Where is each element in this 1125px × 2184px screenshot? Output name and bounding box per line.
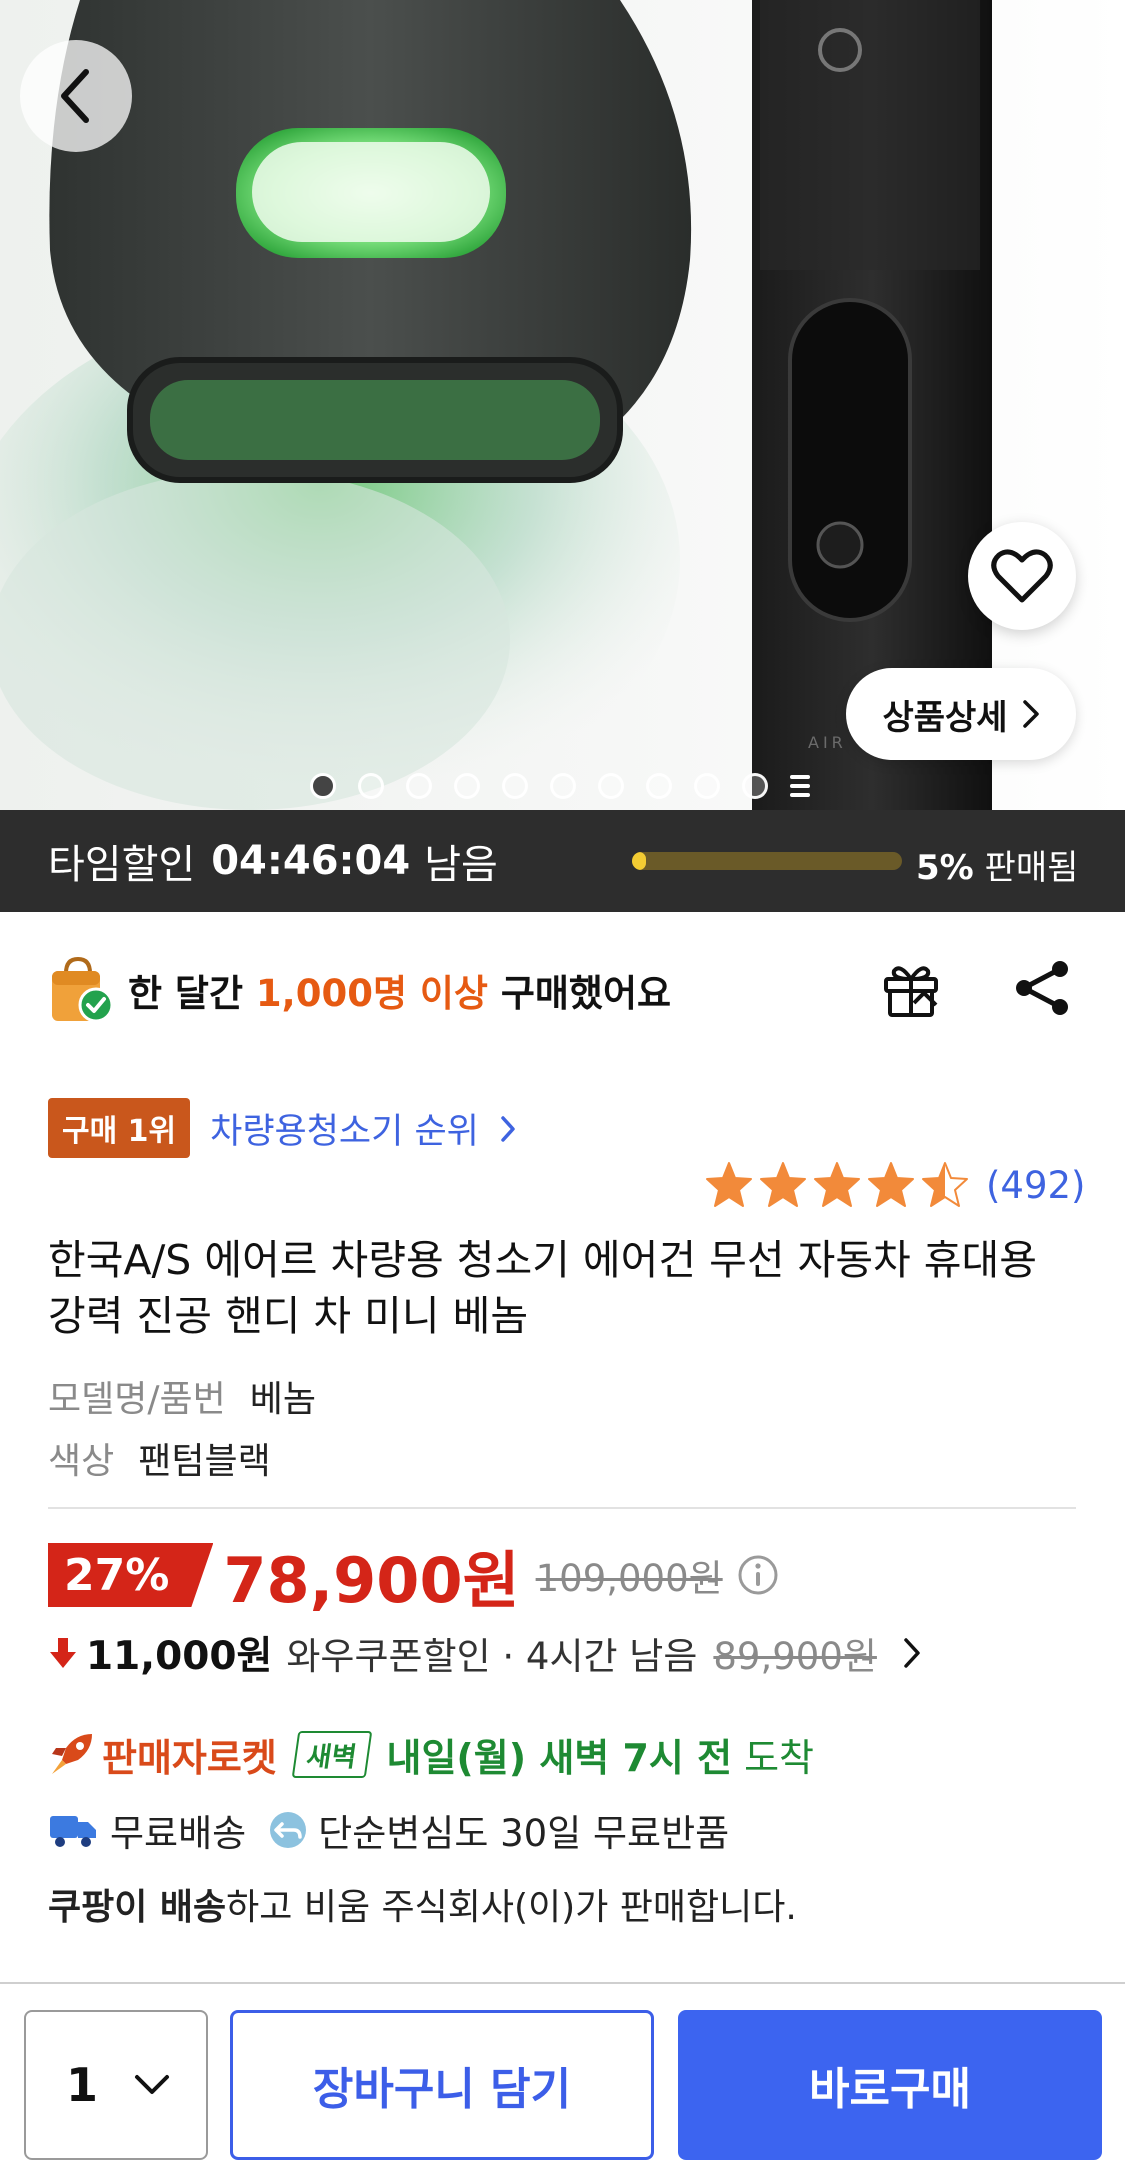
arrival-tail: 도착 — [744, 1735, 815, 1780]
spec-value: 베놈 — [249, 1379, 316, 1420]
chevron-down-icon — [135, 2075, 170, 2094]
quantity-select[interactable]: 1 — [24, 2010, 208, 2160]
sold-label: 판매됨 — [984, 848, 1079, 888]
purchase-count-notice: 한 달간 1,000명 이상 구매했어요 — [48, 950, 671, 1030]
product-mark: AIR — [808, 733, 847, 752]
spec-value: 팬텀블랙 — [138, 1441, 271, 1482]
time-sale-label: 타임할인 — [48, 842, 196, 888]
category-rank-link[interactable]: 차량용청소기 순위 — [210, 1103, 516, 1154]
wishlist-button[interactable] — [968, 522, 1076, 630]
chevron-left-icon — [61, 69, 89, 123]
category-rank-label: 차량용청소기 순위 — [210, 1111, 479, 1152]
carousel-dot[interactable] — [310, 773, 336, 799]
discount-badge: 27% — [48, 1543, 213, 1607]
sale-price: 78,900원 — [223, 1544, 520, 1617]
coupon-label: 와우쿠폰할인 · 4시간 남음 — [286, 1635, 698, 1678]
countdown-suffix: 남음 — [424, 842, 498, 888]
rocket-icon — [52, 1734, 92, 1774]
spec-row-model: 모델명/품번 베놈 — [48, 1370, 316, 1422]
product-detail-button[interactable]: 상품상세 — [846, 668, 1076, 760]
countdown-time: 04:46:04 — [211, 838, 411, 884]
rating[interactable]: (492) — [704, 1160, 1086, 1210]
free-return: 단순변심도 30일 무료반품 — [318, 1812, 730, 1855]
seller-strong: 쿠팡이 배송 — [48, 1887, 227, 1928]
seller-info: 쿠팡이 배송하고 비움 주식회사(이)가 판매합니다. — [48, 1878, 797, 1930]
heart-icon — [991, 549, 1053, 603]
review-count[interactable]: (492) — [986, 1164, 1086, 1207]
seller-rest: 하고 비움 주식회사(이)가 판매합니다. — [226, 1887, 797, 1928]
carousel-dot[interactable] — [454, 773, 480, 799]
star-full-icon — [868, 1162, 914, 1207]
spec-key: 색상 — [48, 1441, 115, 1482]
time-sale-bar: 타임할인 04:46:04 남음 5% 판매됨 — [0, 810, 1125, 912]
chevron-right-icon — [1022, 700, 1039, 728]
carousel-dot[interactable] — [550, 773, 576, 799]
spec-row-color: 색상 팬텀블랙 — [48, 1432, 271, 1484]
info-icon[interactable] — [737, 1554, 779, 1596]
back-button[interactable] — [20, 40, 132, 152]
carousel-dot[interactable] — [406, 773, 432, 799]
purchase-highlight: 1,000명 이상 — [255, 972, 488, 1015]
buy-now-button[interactable]: 바로구매 — [678, 2010, 1102, 2160]
coupon-row[interactable]: 11,000원 와우쿠폰할인 · 4시간 남음 89,900원 — [48, 1625, 921, 1681]
sold-progress-fill — [632, 852, 646, 870]
star-full-icon — [706, 1162, 752, 1207]
rank-row: 구매 1위 차량용청소기 순위 — [48, 1098, 516, 1158]
free-shipping: 무료배송 — [110, 1812, 247, 1855]
shopping-bag-check-icon — [52, 956, 112, 1023]
star-full-icon — [814, 1162, 860, 1207]
purchase-prefix: 한 달간 — [128, 972, 244, 1015]
quantity-value: 1 — [66, 2058, 99, 2112]
purchase-suffix: 구매했어요 — [500, 972, 672, 1015]
rank-badge: 구매 1위 — [48, 1098, 191, 1158]
sold-percent-text: 5% 판매됨 — [916, 840, 1078, 889]
product-title: 한국A/S 에어르 차량용 청소기 에어건 무선 자동차 휴대용 강력 진공 핸… — [48, 1236, 1037, 1340]
truck-icon — [50, 1816, 96, 1847]
dawn-delivery-badge: 새벽 — [291, 1730, 372, 1778]
return-icon — [270, 1812, 307, 1848]
carousel-dot[interactable] — [358, 773, 384, 799]
original-price: 109,000원 — [535, 1557, 723, 1600]
shipping-row: 무료배송 단순변심도 30일 무료반품 — [48, 1802, 729, 1858]
carousel-dot[interactable] — [646, 773, 672, 799]
star-full-icon — [760, 1162, 806, 1207]
carousel-dot[interactable] — [502, 773, 528, 799]
share-icon — [1016, 961, 1068, 1015]
carousel-dot[interactable] — [598, 773, 624, 799]
gift-icon — [884, 966, 938, 1017]
carousel-indicator — [310, 773, 810, 799]
chevron-right-icon — [501, 1115, 515, 1142]
purchase-bar: 1 장바구니 담기 바로구매 — [0, 1982, 1125, 2184]
purchase-count-text: 한 달간 1,000명 이상 구매했어요 — [128, 963, 671, 1017]
sold-percent: 5% — [916, 848, 974, 888]
sold-progress-bar — [632, 852, 902, 870]
divider — [48, 1507, 1076, 1509]
carousel-dot[interactable] — [694, 773, 720, 799]
coupon-amount: 11,000원 — [86, 1634, 273, 1679]
gift-button[interactable] — [878, 955, 944, 1021]
product-detail-label: 상품상세 — [882, 697, 1008, 738]
coupon-price: 89,900원 — [713, 1635, 877, 1678]
arrival-time: 내일(월) 새벽 7시 전 — [386, 1735, 733, 1780]
arrow-down-icon — [50, 1638, 76, 1668]
star-rating — [704, 1160, 974, 1210]
add-to-cart-button[interactable]: 장바구니 담기 — [230, 2010, 654, 2160]
star-half-icon — [922, 1162, 968, 1207]
chevron-right-icon — [904, 1638, 920, 1668]
share-button[interactable] — [1010, 955, 1076, 1021]
delivery-row: 판매자로켓 새벽 내일(월) 새벽 7시 전 도착 — [48, 1726, 814, 1782]
more-slides-icon[interactable] — [790, 775, 810, 797]
spec-key: 모델명/품번 — [48, 1379, 226, 1420]
product-image-carousel[interactable]: AIR 상품상세 — [0, 0, 1125, 810]
rocket-brand: 판매자로켓 — [102, 1735, 277, 1780]
price-row: 27% 78,900원 109,000원 — [48, 1540, 779, 1617]
carousel-dot[interactable] — [742, 773, 768, 799]
